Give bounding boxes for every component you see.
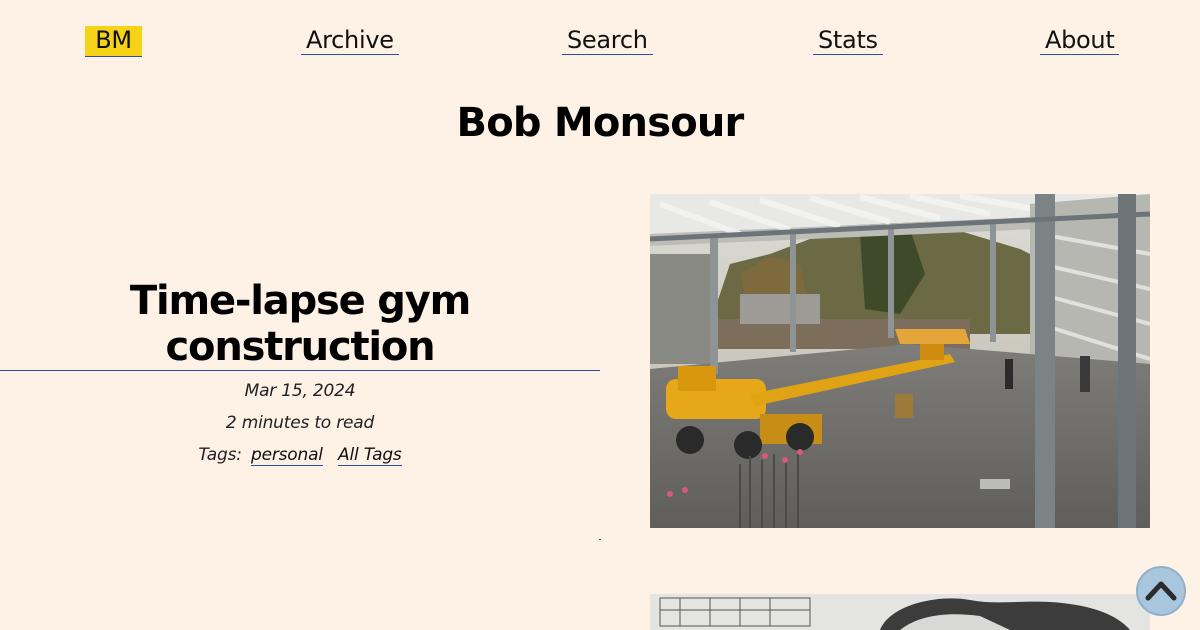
post-date: Mar 15, 2024 xyxy=(244,381,356,401)
main-nav: BM Archive Search Stats About xyxy=(0,24,1200,64)
tag-personal-link[interactable]: personal xyxy=(251,445,323,466)
next-post-image[interactable] xyxy=(650,594,1150,630)
post-read-time: 2 minutes to read xyxy=(225,413,375,433)
back-to-top-button[interactable] xyxy=(1136,566,1186,616)
nav-stats-link[interactable]: Stats xyxy=(813,26,883,55)
site-title: Bob Monsour xyxy=(456,100,745,146)
construction-site-photo[interactable] xyxy=(650,194,1150,528)
post-card: Time-lapse gym construction Mar 15, 2024… xyxy=(0,270,600,471)
nav-about-link[interactable]: About xyxy=(1040,26,1120,55)
sketch-graphic xyxy=(650,594,1150,630)
logo-home-link[interactable]: BM xyxy=(85,26,142,57)
photo-graphic xyxy=(650,194,1150,528)
all-tags-link[interactable]: All Tags xyxy=(338,445,402,466)
nav-search-link[interactable]: Search xyxy=(562,26,653,55)
divider-dot xyxy=(599,539,601,540)
post-tags: Tags: personal All Tags xyxy=(0,439,600,471)
tags-label: Tags: xyxy=(198,445,242,465)
chevron-up-icon xyxy=(1145,581,1177,601)
nav-archive-link[interactable]: Archive xyxy=(301,26,399,55)
post-title-link[interactable]: Time-lapse gym construction xyxy=(0,278,600,371)
